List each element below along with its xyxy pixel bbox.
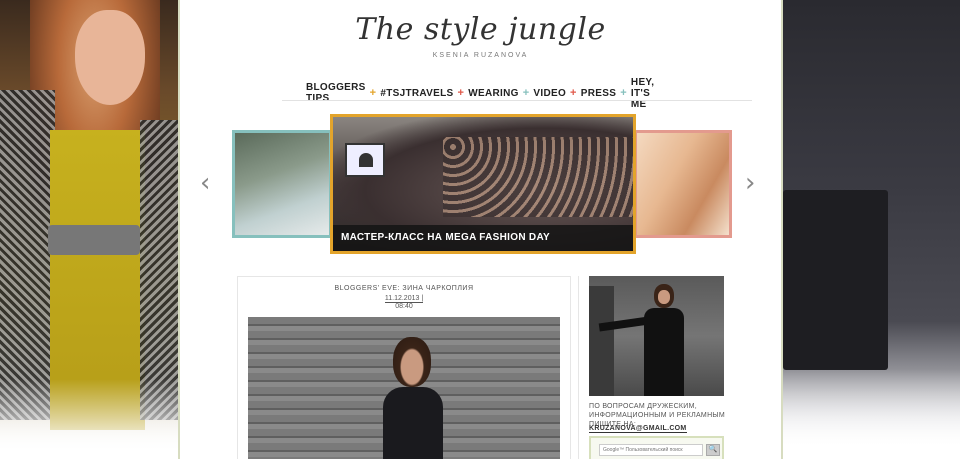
blog-post: BLOGGERS' EVE: ЗИНА ЧАРКОПЛИЯ 11.12.2013… [237, 276, 571, 459]
audience-crowd [443, 137, 633, 217]
nav-item-tsjtravels[interactable]: #TSJTRAVELS [380, 88, 453, 99]
nav-divider [282, 100, 752, 101]
nav-separator: + [522, 87, 530, 99]
subject-head [393, 337, 431, 387]
nav-separator: + [457, 87, 465, 99]
slider-next-arrow-icon[interactable]: › [745, 170, 755, 196]
photo-figure [598, 284, 684, 396]
slide-caption[interactable]: МАСТЕР-КЛАСС НА MEGA FASHION DAY [333, 225, 633, 251]
site-tagline: KSENIA RUZANOVA [432, 52, 529, 59]
model-belt [48, 225, 140, 255]
figure-face [658, 290, 670, 304]
post-title[interactable]: BLOGGERS' EVE: ЗИНА ЧАРКОПЛИЯ [238, 285, 570, 292]
nav-item-video[interactable]: VIDEO [533, 88, 566, 99]
sidebar-search-widget: 🔍 [589, 436, 724, 459]
nav-item-press[interactable]: PRESS [581, 88, 616, 99]
slide-image [235, 133, 329, 235]
main-column: The style jungle KSENIA RUZANOVA BLOGGER… [178, 0, 783, 459]
site-logo[interactable]: The style jungle [180, 12, 781, 47]
model-cardigan-right [140, 120, 178, 420]
figure-body [644, 308, 684, 396]
post-date: 11.12.2013 | [238, 295, 570, 303]
sidebar-email-link[interactable]: KRUZANOVA@GMAIL.COM [589, 425, 687, 433]
nav-separator: + [570, 87, 577, 99]
slide-image [637, 133, 729, 235]
dark-panel [783, 190, 888, 370]
photo-fade [783, 369, 960, 459]
sidebar-photo[interactable] [589, 276, 724, 396]
post-date-text: 11.12.2013 | [384, 295, 424, 303]
post-image-subject [383, 337, 443, 459]
nav-separator: + [620, 87, 627, 99]
background-photo-right [783, 0, 960, 459]
nav-item-wearing[interactable]: WEARING [468, 88, 518, 99]
subject-body [383, 387, 443, 459]
slider-prev-arrow-icon[interactable]: ‹ [200, 170, 210, 196]
slide-thumbnail-left[interactable] [232, 130, 332, 238]
photo-door [589, 286, 614, 396]
model-cardigan-left [0, 90, 55, 420]
photo-fade [0, 379, 178, 459]
post-time: 08:40 [395, 303, 413, 310]
post-image[interactable] [248, 317, 560, 459]
slide-thumbnail-right[interactable] [634, 130, 732, 238]
presentation-screen [345, 143, 385, 177]
slide-featured[interactable]: МАСТЕР-КЛАСС НА MEGA FASHION DAY [330, 114, 636, 254]
column-divider [578, 276, 579, 459]
nav-separator: + [369, 87, 377, 99]
search-input[interactable] [599, 444, 703, 456]
nav-item-hey-its-me[interactable]: HEY, IT'S ME [631, 77, 666, 110]
background-photo-left [0, 0, 178, 459]
model-face [75, 10, 145, 105]
search-button-icon[interactable]: 🔍 [706, 444, 720, 456]
